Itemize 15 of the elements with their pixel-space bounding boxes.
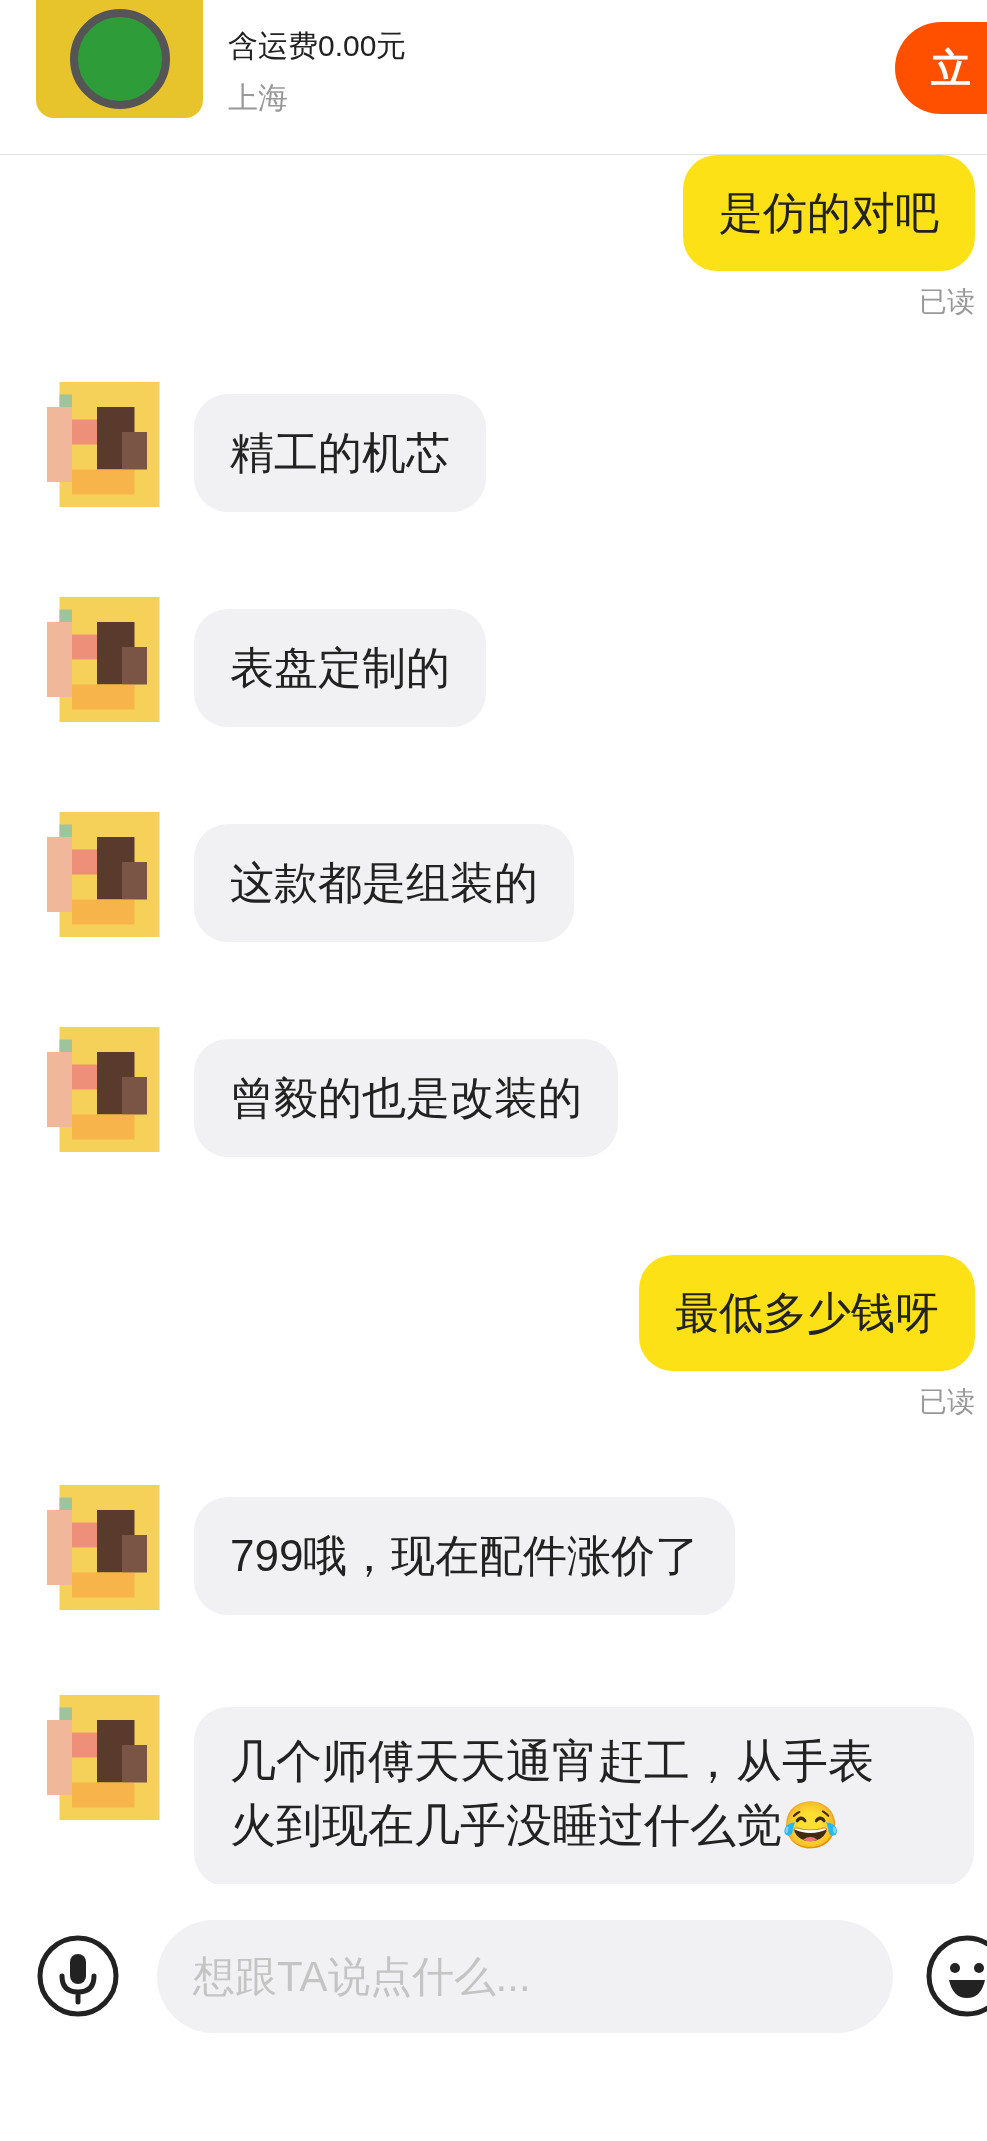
buy-button[interactable]: 立 — [895, 22, 987, 114]
read-status: 已读 — [919, 285, 975, 319]
sent-message: 最低多少钱呀 — [639, 1255, 975, 1371]
received-message: 精工的机芯 — [194, 394, 486, 512]
received-message: 表盘定制的 — [194, 609, 486, 727]
microphone-icon[interactable] — [36, 1934, 120, 2018]
received-message: 曾毅的也是改装的 — [194, 1039, 618, 1157]
location-text: 上海 — [228, 80, 289, 116]
message-text: 几个师傅天天通宵赶工，从手表火到现在几乎没睡过什么觉😂 — [230, 1734, 875, 1853]
received-message: 799哦，现在配件涨价了 — [194, 1497, 736, 1615]
received-message: 这款都是组装的 — [194, 824, 574, 942]
emoji-icon[interactable] — [925, 1934, 987, 2018]
sent-message: 是仿的对吧 — [683, 155, 975, 271]
shipping-text: 含运费0.00元 — [228, 28, 407, 64]
read-status: 已读 — [919, 1385, 975, 1419]
